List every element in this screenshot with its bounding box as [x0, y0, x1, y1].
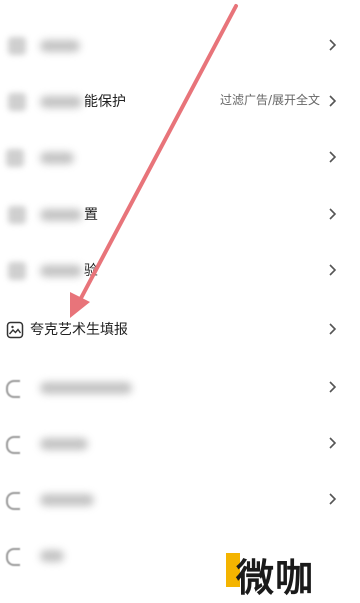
blurred-label	[40, 550, 64, 562]
settings-row-9[interactable]	[0, 472, 360, 528]
settings-row-4[interactable]: 置	[0, 187, 360, 243]
partial-icon	[6, 380, 20, 398]
chevron-right-icon	[328, 435, 338, 451]
chevron-right-icon	[328, 379, 338, 395]
watermark-logo: 微咖	[226, 547, 338, 600]
blurred-label	[40, 96, 82, 108]
blurred-label	[40, 40, 80, 52]
row-label-suffix: 置	[84, 207, 98, 223]
blurred-icon	[8, 37, 26, 55]
chevron-right-icon	[328, 149, 338, 165]
settings-row-3[interactable]	[0, 130, 360, 186]
chevron-right-icon	[328, 37, 338, 53]
partial-icon	[6, 548, 20, 566]
blurred-label	[40, 209, 82, 221]
blurred-icon	[8, 206, 26, 224]
blurred-label	[40, 494, 94, 506]
blurred-label	[40, 382, 132, 394]
settings-row-7[interactable]	[0, 360, 360, 416]
settings-row-8[interactable]	[0, 416, 360, 472]
blurred-label	[40, 265, 82, 277]
blurred-label	[40, 438, 88, 450]
chevron-right-icon	[328, 262, 338, 278]
settings-row-art-form[interactable]: 夸克艺术生填报	[0, 302, 360, 358]
chevron-right-icon	[328, 491, 338, 507]
chevron-right-icon	[328, 206, 338, 222]
settings-row-5[interactable]: 验	[0, 243, 360, 299]
image-frame-icon	[6, 321, 24, 339]
blurred-icon	[8, 262, 26, 280]
watermark-text: 微咖	[236, 556, 315, 600]
chevron-right-icon	[328, 321, 338, 337]
blurred-label	[40, 152, 74, 164]
settings-row-2[interactable]: 能保护 过滤广告/展开全文	[0, 74, 360, 130]
row-label-suffix: 能保护	[84, 94, 126, 110]
row-label-art-form: 夸克艺术生填报	[30, 322, 128, 338]
blurred-icon	[8, 93, 26, 111]
partial-icon	[6, 436, 20, 454]
settings-row-1[interactable]	[0, 18, 360, 74]
chevron-right-icon	[328, 93, 338, 109]
row-label-suffix: 验	[84, 263, 98, 279]
partial-icon	[6, 492, 20, 510]
row-hint: 过滤广告/展开全文	[219, 93, 320, 107]
blurred-icon	[6, 149, 24, 167]
